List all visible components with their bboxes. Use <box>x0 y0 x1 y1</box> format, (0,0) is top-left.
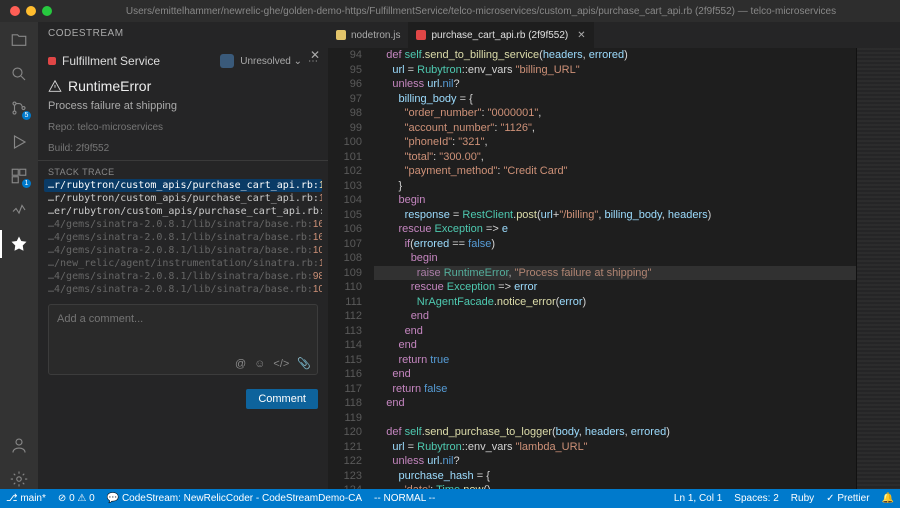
panel-title: CODESTREAM <box>38 22 328 44</box>
build-label: Build: <box>48 143 73 154</box>
file-icon <box>336 30 346 40</box>
file-icon <box>416 30 426 40</box>
repo-label: Repo: <box>48 122 75 133</box>
newrelic-icon[interactable] <box>9 200 29 220</box>
stack-frame[interactable]: …4/gems/sinatra-2.0.8.1/lib/sinatra/base… <box>44 218 322 231</box>
stack-frame[interactable]: …r/rubytron/custom_apis/purchase_cart_ap… <box>44 192 322 205</box>
language-mode[interactable]: Ruby <box>791 493 814 504</box>
maximize-icon[interactable] <box>42 6 52 16</box>
minimap[interactable] <box>856 48 900 489</box>
window-controls <box>0 6 62 16</box>
gear-icon[interactable] <box>9 469 29 489</box>
code-icon[interactable]: </> <box>273 358 289 370</box>
stack-trace-label: STACK TRACE <box>38 161 328 179</box>
comment-button[interactable]: Comment <box>246 389 318 409</box>
stack-frame[interactable]: …4/gems/sinatra-2.0.8.1/lib/sinatra/base… <box>44 283 322 296</box>
warning-icon <box>48 79 62 93</box>
error-name: RuntimeError <box>68 78 151 94</box>
account-icon[interactable] <box>9 435 29 455</box>
codestream-icon[interactable] <box>9 234 29 254</box>
error-message: Process failure at shipping <box>48 100 318 112</box>
emoji-icon[interactable]: ☺ <box>254 358 265 370</box>
current-line-highlight <box>374 266 856 281</box>
tab-label: purchase_cart_api.rb (2f9f552) <box>431 30 568 41</box>
service-status-dot <box>48 57 56 65</box>
minimize-icon[interactable] <box>26 6 36 16</box>
window-title: Users/emittelhammer/newrelic-ghe/golden-… <box>62 6 900 17</box>
comment-input[interactable] <box>49 305 317 353</box>
close-icon[interactable]: ✕ <box>310 48 320 62</box>
chevron-down-icon: ⌄ <box>294 56 302 67</box>
spaces-indicator[interactable]: Spaces: 2 <box>734 493 778 504</box>
close-tab-icon[interactable]: ✕ <box>577 30 585 41</box>
stack-frame[interactable]: …r/rubytron/custom_apis/purchase_cart_ap… <box>44 179 322 192</box>
ext-badge: 1 <box>22 179 31 188</box>
close-icon[interactable] <box>10 6 20 16</box>
codestream-status[interactable]: 💬 CodeStream: NewRelicCoder - CodeStream… <box>107 493 362 504</box>
vim-mode: -- NORMAL -- <box>374 493 435 504</box>
editor-tab[interactable]: nodetron.js <box>328 22 408 48</box>
problems-indicator[interactable]: ⊘ 0 ⚠ 0 <box>58 493 95 504</box>
explorer-icon[interactable] <box>9 30 29 50</box>
search-icon[interactable] <box>9 64 29 84</box>
extensions-icon[interactable]: 1 <box>9 166 29 186</box>
prettier-status[interactable]: ✓ Prettier <box>826 493 869 504</box>
stack-frame[interactable]: …er/rubytron/custom_apis/purchase_cart_a… <box>44 205 322 218</box>
notifications-icon[interactable]: 🔔 <box>882 493 894 504</box>
editor-tab[interactable]: purchase_cart_api.rb (2f9f552) ✕ <box>408 22 593 48</box>
attach-icon[interactable]: 📎 <box>297 357 311 370</box>
stack-frame[interactable]: …4/gems/sinatra-2.0.8.1/lib/sinatra/base… <box>44 231 322 244</box>
mention-icon[interactable]: @ <box>235 358 246 370</box>
debug-icon[interactable] <box>9 132 29 152</box>
tab-label: nodetron.js <box>351 30 400 41</box>
repo-value: telco-microservices <box>77 122 163 133</box>
cursor-pos[interactable]: Ln 1, Col 1 <box>674 493 722 504</box>
stack-frame[interactable]: …/new_relic/agent/instrumentation/sinatr… <box>44 257 322 270</box>
build-value: 2f9f552 <box>76 143 109 154</box>
status-dropdown[interactable]: Unresolved ⌄ <box>240 56 302 67</box>
scm-icon[interactable]: 5 <box>9 98 29 118</box>
service-name: Fulfillment Service <box>62 54 160 68</box>
avatar-icon[interactable] <box>220 54 234 68</box>
branch-indicator[interactable]: ⎇ main* <box>6 493 46 504</box>
stack-frame[interactable]: …4/gems/sinatra-2.0.8.1/lib/sinatra/base… <box>44 244 322 257</box>
scm-badge: 5 <box>22 111 31 120</box>
stack-frame[interactable]: …4/gems/sinatra-2.0.8.1/lib/sinatra/base… <box>44 270 322 283</box>
